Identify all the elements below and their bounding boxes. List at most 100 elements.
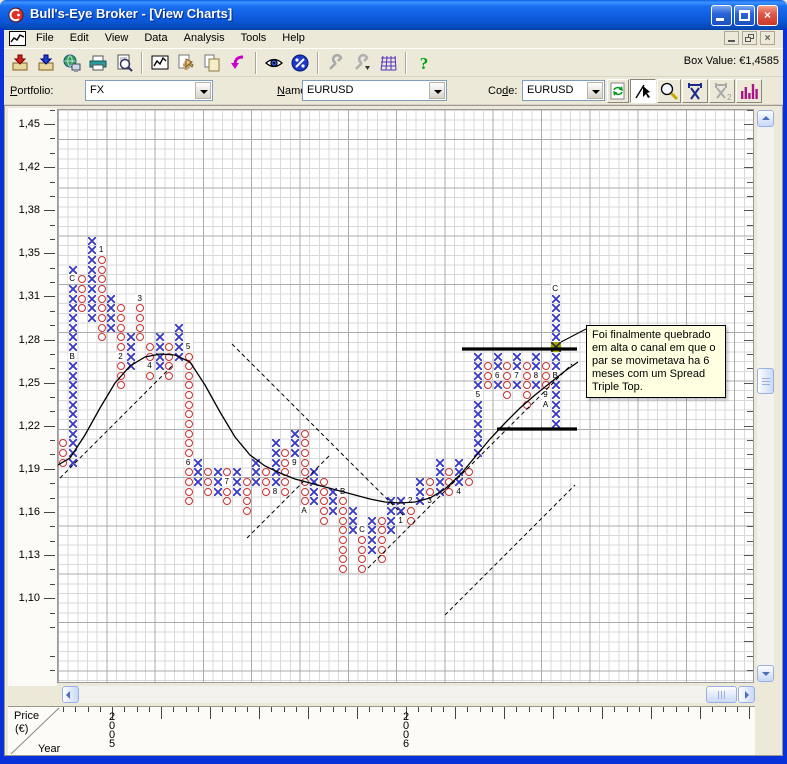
code-dropdown-icon[interactable] xyxy=(587,82,603,99)
pnf-x-mark xyxy=(87,265,96,274)
pnf-o-mark xyxy=(522,400,531,409)
pnf-o-mark xyxy=(59,439,67,448)
horizontal-scroll-thumb[interactable] xyxy=(706,686,737,703)
name-combobox[interactable]: EURUSD xyxy=(302,80,447,101)
pnf-o-mark xyxy=(358,536,367,545)
vertical-scrollbar[interactable] xyxy=(757,110,774,682)
time-major-tick xyxy=(161,707,162,719)
scroll-up-icon[interactable] xyxy=(757,110,774,127)
pnf-x-mark xyxy=(387,526,396,535)
time-minor-tick xyxy=(332,707,334,712)
price-minor-tick xyxy=(50,267,55,269)
copy-icon[interactable] xyxy=(199,51,225,75)
print-icon[interactable] xyxy=(85,51,111,75)
pnf-o-mark xyxy=(223,497,232,506)
pnf-o-mark xyxy=(542,362,550,371)
annotation-tooltip[interactable]: Foi finalmente quebrado em alta o canal … xyxy=(586,325,726,398)
pnf-x-mark xyxy=(194,478,203,487)
menu-item-edit[interactable]: Edit xyxy=(62,30,97,48)
print-preview-icon[interactable] xyxy=(111,51,137,75)
pnf-x-mark xyxy=(87,284,96,293)
menu-item-analysis[interactable]: Analysis xyxy=(176,30,233,48)
undo-icon[interactable] xyxy=(225,51,251,75)
scroll-down-icon[interactable] xyxy=(757,665,774,682)
hand-point-icon[interactable] xyxy=(173,51,199,75)
minimize-button[interactable] xyxy=(711,5,732,26)
pnf-o-mark xyxy=(339,555,348,564)
time-minor-tick xyxy=(430,707,432,712)
pnf-o-mark xyxy=(184,400,193,409)
mdi-close-icon[interactable]: × xyxy=(760,31,775,45)
pnf-x-mark xyxy=(126,352,135,361)
wrench-icon[interactable] xyxy=(323,51,349,75)
grid-pattern-icon[interactable] xyxy=(375,51,401,75)
scroll-right-icon[interactable] xyxy=(738,686,755,703)
wrench-settings-icon[interactable] xyxy=(349,51,375,75)
time-major-tick xyxy=(406,707,407,719)
pnf-o-mark xyxy=(97,265,106,274)
draw-line-button[interactable] xyxy=(630,79,656,103)
pnf-o-mark xyxy=(339,536,348,545)
refresh-button[interactable] xyxy=(607,79,629,103)
web-download-icon[interactable] xyxy=(59,51,85,75)
pnf-x-mark xyxy=(310,487,319,496)
price-major-tick xyxy=(44,425,55,427)
menu-item-view[interactable]: View xyxy=(97,30,137,48)
svg-text:2: 2 xyxy=(727,93,732,101)
pnf-o-mark xyxy=(116,342,125,351)
pnf-x-mark xyxy=(87,275,96,284)
maximize-button[interactable] xyxy=(734,5,755,26)
mdi-restore-icon[interactable] xyxy=(742,31,757,45)
price-major-tick xyxy=(44,555,55,556)
pnf-o-mark xyxy=(339,507,348,516)
time-minor-tick xyxy=(736,707,738,712)
pnf-o-mark xyxy=(339,526,348,535)
scroll-left-icon[interactable] xyxy=(62,686,79,703)
time-minor-tick xyxy=(442,707,444,712)
menu-item-data[interactable]: Data xyxy=(136,30,175,48)
name-dropdown-icon[interactable] xyxy=(429,82,445,99)
pnf-o-mark xyxy=(165,342,174,351)
pnf-x-mark xyxy=(474,381,483,390)
price-axis-label: 1,28 xyxy=(18,333,40,346)
chart-icon[interactable] xyxy=(147,51,173,75)
pnf-x-mark xyxy=(271,468,280,477)
pnf-o-mark xyxy=(281,449,290,458)
year-label-2006: 2006 xyxy=(402,711,410,750)
pnf-month-label: 3 xyxy=(425,496,435,506)
horizontal-scrollbar[interactable] xyxy=(62,686,755,703)
pnf-month-label: A xyxy=(541,399,550,409)
pnf-o-mark xyxy=(300,449,309,458)
pnf-o-mark xyxy=(377,536,386,545)
export-icon[interactable] xyxy=(33,51,59,75)
menu-item-tools[interactable]: Tools xyxy=(233,30,275,48)
xbar-button[interactable] xyxy=(682,79,708,103)
vertical-scroll-thumb[interactable] xyxy=(757,368,774,394)
import-icon[interactable] xyxy=(7,51,33,75)
time-minor-tick xyxy=(565,707,567,712)
eye-icon[interactable] xyxy=(261,51,287,75)
xbar2-button[interactable]: 2 xyxy=(709,79,735,103)
portfolio-combobox[interactable]: FX xyxy=(85,80,213,101)
histogram-button[interactable] xyxy=(736,79,762,103)
pnf-x-mark xyxy=(329,507,338,516)
close-button[interactable]: × xyxy=(757,5,778,26)
pnf-x-mark xyxy=(232,478,241,487)
chart-document-icon[interactable] xyxy=(9,31,26,46)
pnf-x-mark xyxy=(551,391,560,400)
pnf-x-mark xyxy=(252,468,261,477)
help-icon[interactable]: ? xyxy=(411,51,437,75)
code-combobox[interactable]: EURUSD xyxy=(522,80,605,101)
zoom-button[interactable] xyxy=(657,79,681,103)
percent-icon[interactable] xyxy=(287,51,313,75)
menu-item-help[interactable]: Help xyxy=(274,30,313,48)
pnf-month-label: 4 xyxy=(454,486,464,496)
pnf-o-mark xyxy=(184,449,193,458)
pnf-o-mark xyxy=(136,313,145,322)
time-minor-tick xyxy=(320,707,322,712)
price-axis-label: 1,31 xyxy=(18,290,40,303)
pnf-x-mark xyxy=(329,487,338,496)
portfolio-dropdown-icon[interactable] xyxy=(195,82,211,99)
menu-item-file[interactable]: File xyxy=(28,30,62,48)
mdi-minimize-icon[interactable] xyxy=(724,31,739,45)
